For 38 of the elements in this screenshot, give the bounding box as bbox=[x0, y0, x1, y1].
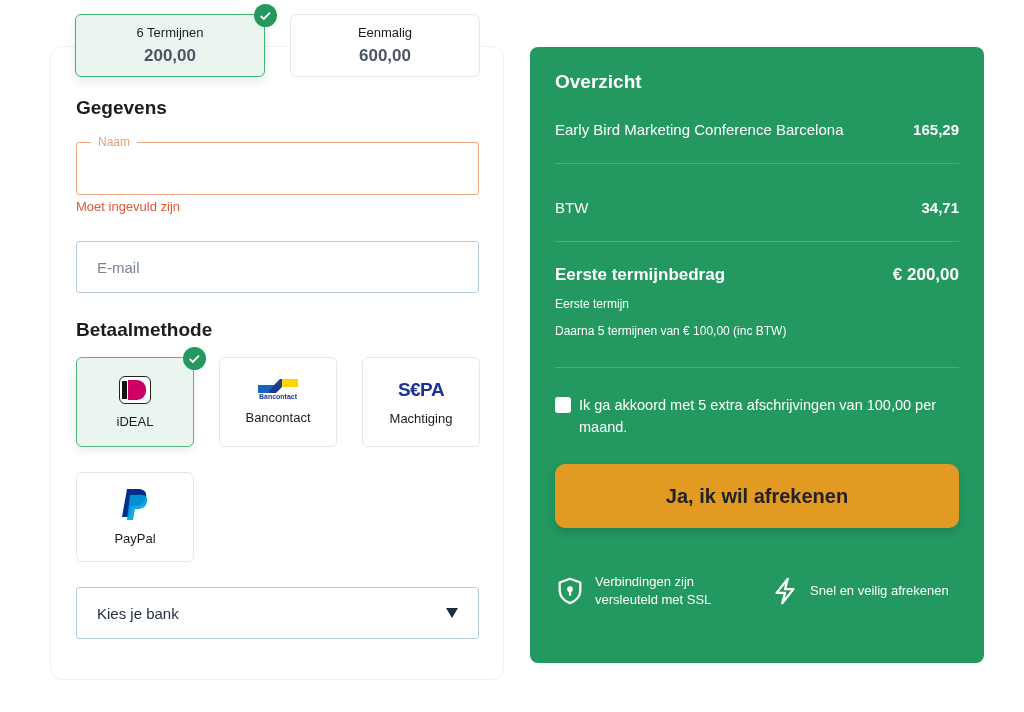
plan-option[interactable]: 6 Termijnen 200,00 bbox=[75, 14, 265, 77]
payment-option[interactable]: S€PA Machtiging bbox=[362, 357, 480, 447]
feature-text: Verbindingen zijn versleuteld met SSL bbox=[595, 573, 713, 609]
total-label: Eerste termijnbedrag bbox=[555, 265, 726, 285]
error-message: Moet ingevuld zijn bbox=[76, 199, 182, 214]
email-field[interactable]: E-mail bbox=[76, 241, 479, 293]
plan-amount: 600,00 bbox=[359, 46, 411, 66]
agree-text: Ik ga akkoord met 5 extra afschrijvingen van 100,00 per maand. bbox=[579, 396, 938, 437]
installment-note: Daarna 5 termijnen van € 100,00 (inc BTW) bbox=[555, 324, 788, 338]
installment-note: Eerste termijn bbox=[555, 297, 631, 311]
plan-option[interactable]: Eenmalig 600,00 bbox=[290, 14, 480, 77]
line-label: BTW bbox=[555, 199, 589, 216]
ideal-logo bbox=[119, 375, 151, 404]
plan-label: Eenmalig bbox=[357, 25, 413, 40]
total-amount: € 200,00 bbox=[892, 265, 959, 285]
section-heading: Betaalmethode bbox=[76, 319, 214, 341]
line-label: Early Bird Marketing Conference Barcelona bbox=[555, 121, 844, 138]
plan-amount: 200,00 bbox=[144, 46, 196, 66]
sepa-logo: S€PA bbox=[397, 378, 445, 401]
line-amount: 34,71 bbox=[921, 199, 959, 216]
bank-select[interactable]: Kies je bank bbox=[76, 587, 479, 639]
payment-option[interactable]: iDEAL bbox=[76, 357, 194, 447]
summary-title: Overzicht bbox=[555, 71, 643, 93]
payment-option[interactable]: PayPal bbox=[76, 472, 194, 562]
paypal-logo bbox=[122, 488, 148, 521]
payment-label: Bancontact bbox=[245, 410, 311, 425]
payment-label: PayPal bbox=[114, 530, 156, 546]
agree-checkbox[interactable] bbox=[555, 397, 571, 413]
payment-label: Machtiging bbox=[389, 410, 453, 426]
section-heading: Gegevens bbox=[76, 97, 168, 119]
caret-icon bbox=[446, 608, 458, 618]
payment-label: iDEAL bbox=[116, 413, 154, 429]
check-badge-icon bbox=[254, 4, 277, 27]
checkout-button[interactable]: Ja, ik wil afrekenen bbox=[555, 464, 959, 528]
feature-text: Snel en veilig afrekenen bbox=[810, 582, 949, 600]
plan-label: 6 Termijnen bbox=[136, 25, 204, 40]
check-badge-icon bbox=[183, 347, 206, 370]
line-amount: 165,29 bbox=[913, 121, 959, 138]
